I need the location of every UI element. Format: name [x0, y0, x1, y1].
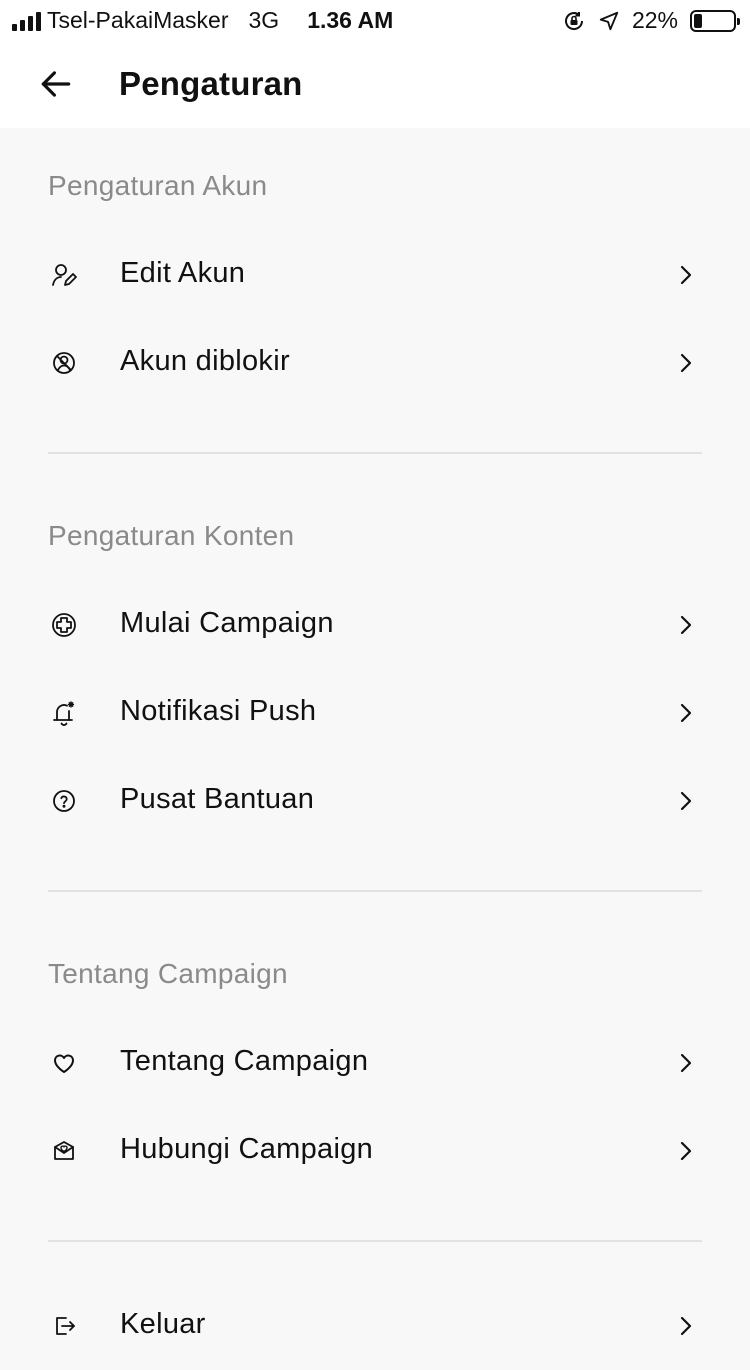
help-circle-icon: [53, 790, 75, 812]
battery-percent: 22%: [631, 7, 678, 33]
section-title-about: Tentang Campaign: [48, 958, 288, 989]
settings-item-tentang-campaign[interactable]: Tentang Campaign: [0, 1019, 750, 1107]
settings-item-label: Notifikasi Push: [120, 695, 317, 727]
settings-item-mulai-campaign[interactable]: Mulai Campaign: [0, 581, 750, 669]
location-icon: [599, 11, 619, 30]
user-edit-icon: [52, 264, 77, 286]
signal-icon: [12, 11, 41, 31]
status-time: 1.36 AM: [307, 7, 394, 33]
plus-circle-icon: [52, 613, 76, 637]
chevron-right-icon: [680, 1141, 692, 1161]
battery-icon: [690, 9, 740, 32]
settings-item-label: Pusat Bantuan: [120, 783, 315, 815]
section-divider: [48, 1240, 702, 1242]
chevron-right-icon: [680, 1316, 692, 1336]
settings-item-label: Mulai Campaign: [120, 607, 334, 639]
chevron-right-icon: [680, 791, 692, 811]
chevron-right-icon: [680, 353, 692, 373]
settings-item-keluar[interactable]: Keluar: [0, 1282, 750, 1370]
chevron-right-icon: [680, 703, 692, 723]
arrow-left-icon: [41, 71, 71, 97]
bell-icon: [53, 701, 75, 726]
settings-item-notifikasi-push[interactable]: Notifikasi Push: [0, 669, 750, 757]
settings-item-label: Akun diblokir: [120, 345, 290, 377]
section-divider: [48, 452, 702, 454]
mail-heart-icon: [54, 1141, 74, 1160]
page-title: Pengaturan: [119, 65, 303, 102]
section-title-account: Pengaturan Akun: [48, 170, 268, 201]
rotation-lock-icon: [564, 11, 583, 30]
heart-icon: [54, 1054, 74, 1073]
carrier-name: Tsel-PakaiMasker: [47, 7, 229, 33]
logout-icon: [56, 1317, 75, 1335]
back-button[interactable]: [34, 62, 78, 106]
settings-item-label: Edit Akun: [120, 257, 246, 289]
settings-item-edit-akun[interactable]: Edit Akun: [0, 231, 750, 319]
chevron-right-icon: [680, 1053, 692, 1073]
section-title-content: Pengaturan Konten: [48, 520, 295, 551]
chevron-right-icon: [680, 615, 692, 635]
settings-item-hubungi-campaign[interactable]: Hubungi Campaign: [0, 1107, 750, 1195]
network-type: 3G: [248, 7, 280, 33]
battery-fill: [694, 13, 702, 28]
settings-item-akun-diblokir[interactable]: Akun diblokir: [0, 319, 750, 407]
settings-item-label: Keluar: [120, 1308, 206, 1340]
settings-item-pusat-bantuan[interactable]: Pusat Bantuan: [0, 757, 750, 845]
status-bar: Tsel-PakaiMasker 3G 1.36 AM 22%: [0, 0, 750, 42]
settings-item-label: Tentang Campaign: [120, 1045, 369, 1077]
settings-item-label: Hubungi Campaign: [120, 1133, 374, 1165]
app-header: Pengaturan: [0, 42, 750, 128]
section-divider: [48, 890, 702, 892]
user-blocked-icon: [53, 352, 75, 374]
chevron-right-icon: [680, 265, 692, 285]
